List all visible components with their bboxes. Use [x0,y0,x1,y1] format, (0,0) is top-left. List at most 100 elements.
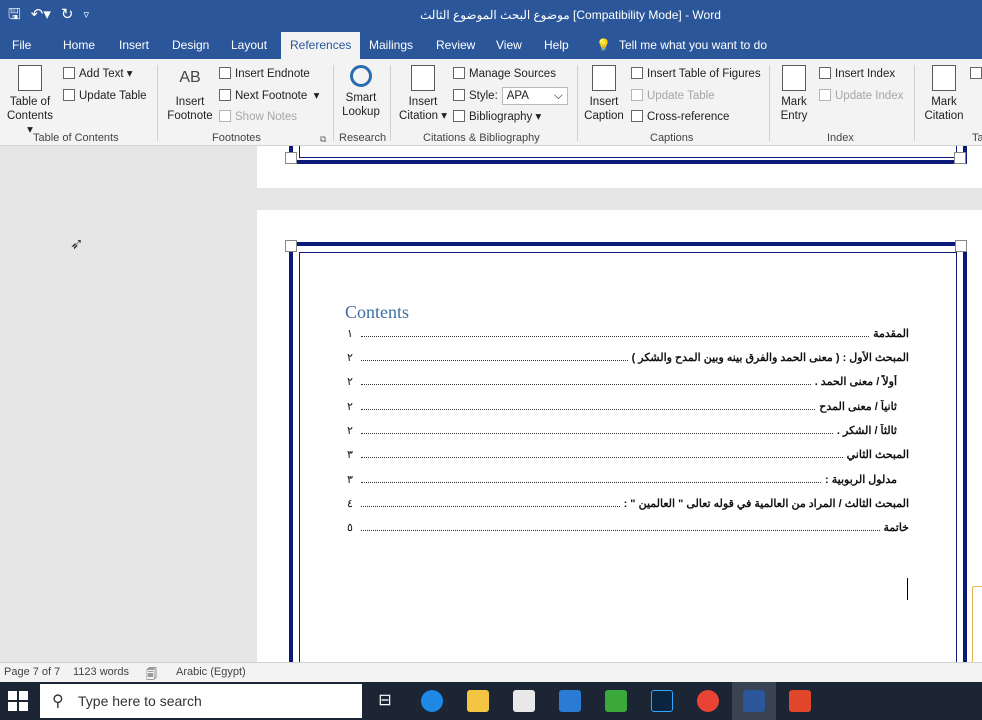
tab-insert[interactable]: Insert [119,38,149,52]
toc-entry[interactable]: خاتمة ٥ [347,521,909,539]
table-of-contents-button[interactable]: Table of Contents ▾ [4,65,56,137]
camtasia-recorder-icon[interactable] [789,690,811,712]
toc-heading: Contents [345,302,410,322]
insert-index-button[interactable]: Insert Index [819,67,895,81]
undo-icon[interactable]: ↶▾ [31,5,51,25]
cross-reference-button[interactable]: Cross-reference [631,110,729,124]
update-table-figures-label: Update Table [647,90,715,102]
next-footnote-button[interactable]: Next Footnote ▾ [219,89,319,103]
page-count[interactable]: Page 7 of 7 [4,666,60,678]
toc-label-2: Contents [6,110,54,122]
language-indicator[interactable]: Arabic (Egypt) [176,666,246,678]
toc-entry[interactable]: أولاً / معنى الحمد . ٢ [347,375,897,393]
windows-start-icon[interactable] [8,691,28,711]
update-index-icon [819,89,831,101]
insert-citation-button[interactable]: Insert Citation ▾ [397,65,449,123]
mark-citation-icon [932,65,956,91]
smart-lookup-button[interactable]: Smart Lookup [338,65,384,119]
add-text-icon [63,67,75,79]
bibliography-label: Bibliography [469,111,533,123]
photoshop-icon[interactable] [651,690,673,712]
corner-marker [285,240,297,252]
style-label: Style: [469,90,498,103]
toa-small-icon[interactable] [970,67,982,81]
tab-design[interactable]: Design [172,38,209,52]
mail-icon[interactable] [559,690,581,712]
chrome-icon[interactable] [697,690,719,712]
insert-citation-label-1: Insert [408,96,438,108]
store-icon[interactable] [513,690,535,712]
document-page[interactable]: Contents المقدمة ١ المبحث الأول : ( معنى… [257,210,982,662]
mark-entry-button[interactable]: Mark Entry [774,65,814,123]
toc-entry[interactable]: مدلول الربوبية : ٣ [347,473,897,491]
tab-view[interactable]: View [496,38,522,52]
bibliography-button[interactable]: Bibliography ▾ [453,110,541,124]
mark-citation-label-2: Citation [924,110,964,122]
smart-lookup-label-1: Smart [345,92,377,104]
toc-entry[interactable]: ثانياً / معنى المدح ٢ [347,400,897,418]
insert-footnote-button[interactable]: AB Insert Footnote [165,65,215,123]
customize-qat-icon[interactable]: ▿ [83,5,89,25]
update-table-of-figures-button[interactable]: Update Table [631,89,715,103]
corner-marker [285,152,297,164]
ribbon: Table of Contents ▾ Add Text ▾ Update Ta… [0,59,982,146]
page-border-inner [299,146,957,158]
tab-review[interactable]: Review [436,38,475,52]
add-text-button[interactable]: Add Text ▾ [63,67,133,81]
insert-index-icon [819,67,831,79]
tab-file[interactable]: File [12,38,31,52]
style-dropdown[interactable]: APA ⌵ [501,87,568,105]
tab-layout[interactable]: Layout [231,38,267,52]
tell-me-box[interactable]: 💡 Tell me what you want to do [596,38,767,52]
previous-page[interactable] [257,146,982,188]
mark-citation-button[interactable]: Mark Citation [920,65,968,123]
show-notes-button[interactable]: Show Notes [219,110,297,124]
manage-sources-button[interactable]: Manage Sources [453,67,556,81]
edge-icon[interactable] [421,690,443,712]
side-callout[interactable] [972,586,982,662]
task-view-icon[interactable]: ⊟ [374,690,396,712]
toc-page-number: ٤ [347,498,353,510]
redo-icon[interactable]: ↻ [61,5,74,25]
taskbar-search-box[interactable]: ⚲ Type here to search [40,684,362,718]
update-table-button[interactable]: Update Table [63,89,147,103]
add-text-label: Add Text [79,68,124,80]
toc-entry[interactable]: المبحث الثاني ٣ [347,448,909,466]
toc-leader [361,521,880,531]
toc-entry[interactable]: المقدمة ١ [347,327,909,345]
style-selector[interactable]: Style: APA ⌵ [453,87,568,105]
window-title: موضوع البحث الموضوع الثالث [Compatibilit… [420,8,721,22]
update-table-icon [631,89,643,101]
corner-marker [954,152,966,164]
ribbon-separator [390,65,391,141]
file-explorer-icon[interactable] [467,690,489,712]
toc-leader [361,400,816,410]
insert-endnote-button[interactable]: Insert Endnote [219,67,310,81]
tab-mailings[interactable]: Mailings [369,38,413,52]
insert-caption-label-2: Caption [584,110,624,122]
toc-entry[interactable]: المبحث الأول : ( معنى الحمد والفرق بينه … [347,351,909,369]
footnote-ab-icon: AB [179,69,201,86]
tab-references[interactable]: References [281,32,361,59]
ribbon-separator [769,65,770,141]
mark-entry-icon [782,65,806,91]
camtasia-icon[interactable] [605,690,627,712]
save-icon[interactable]: 🖫 [8,5,21,25]
toc-entry[interactable]: ثالثاً / الشكر . ٢ [347,424,897,442]
insert-table-of-figures-button[interactable]: Insert Table of Figures [631,67,761,81]
bibliography-icon [453,110,465,122]
lightbulb-icon: 💡 [596,38,611,52]
update-index-button[interactable]: Update Index [819,89,903,103]
document-area[interactable]: ➶ Contents المقدمة ١ المبحث الأول : ( مع… [0,146,982,662]
word-count[interactable]: 1123 words [73,666,129,678]
word-icon[interactable] [743,690,765,712]
group-label-index: Index [827,132,854,144]
insert-caption-button[interactable]: Insert Caption [582,65,626,123]
toc-entry[interactable]: المبحث الثالث / المراد من العالمية في قو… [347,497,909,515]
tab-help[interactable]: Help [544,38,569,52]
tab-home[interactable]: Home [63,38,95,52]
taskbar: ⚲ Type here to search ⊟ [0,682,982,720]
toc-leader [361,327,870,337]
dialog-launcher-icon[interactable]: ⧉ [320,132,326,146]
insert-endnote-label: Insert Endnote [235,68,310,80]
